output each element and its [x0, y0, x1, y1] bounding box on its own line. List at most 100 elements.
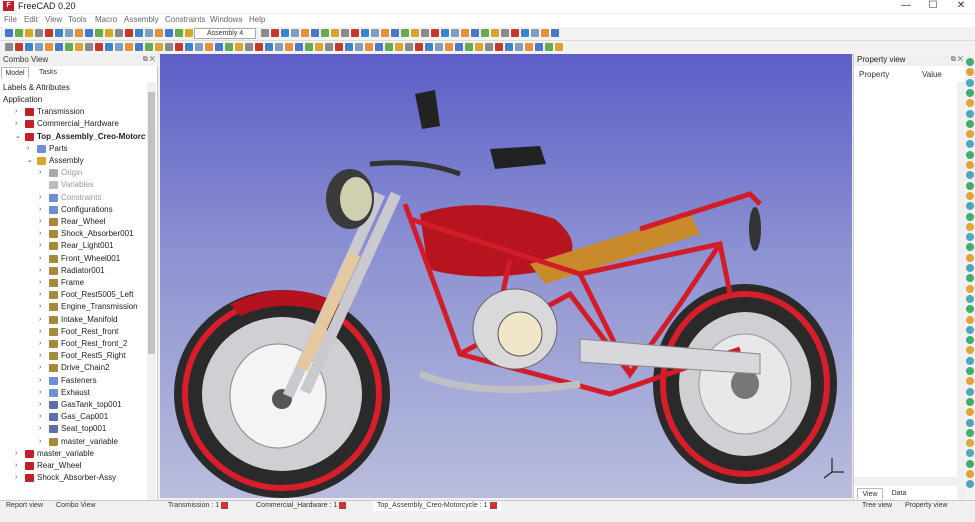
- side-tool-icon[interactable]: [966, 88, 974, 97]
- assembly-tool-icon[interactable]: [85, 43, 93, 51]
- property-column-header[interactable]: Property: [859, 70, 889, 79]
- chevron-right-icon[interactable]: ›: [39, 204, 46, 216]
- side-tool-icon[interactable]: [966, 480, 974, 489]
- chevron-right-icon[interactable]: ›: [39, 399, 46, 411]
- toolbar-tool-icon[interactable]: [511, 29, 519, 37]
- side-tool-icon[interactable]: [966, 336, 974, 345]
- menu-tools[interactable]: Tools: [68, 15, 87, 24]
- assembly-tool-icon[interactable]: [105, 43, 113, 51]
- toolbar-tool-icon[interactable]: [401, 29, 409, 37]
- toolbar-tool-icon[interactable]: [145, 29, 153, 37]
- chevron-right-icon[interactable]: ›: [39, 326, 46, 338]
- menu-file[interactable]: File: [4, 15, 17, 24]
- assembly-tool-icon[interactable]: [545, 43, 553, 51]
- toolbar-tool-icon[interactable]: [291, 29, 299, 37]
- side-tool-icon[interactable]: [966, 274, 974, 283]
- side-tool-icon[interactable]: [966, 356, 974, 365]
- toolbar-tool-icon[interactable]: [155, 29, 163, 37]
- toolbar-tool-icon[interactable]: [381, 29, 389, 37]
- value-column-header[interactable]: Value: [922, 70, 942, 79]
- side-tool-icon[interactable]: [966, 68, 974, 77]
- chevron-right-icon[interactable]: ›: [39, 228, 46, 240]
- toolbar-tool-icon[interactable]: [95, 29, 103, 37]
- close-tab-icon[interactable]: [489, 501, 497, 509]
- toolbar-tool-icon[interactable]: [441, 29, 449, 37]
- side-tool-icon[interactable]: [966, 305, 974, 314]
- toolbar-tool-icon[interactable]: [491, 29, 499, 37]
- assembly-tool-icon[interactable]: [415, 43, 423, 51]
- side-tool-icon[interactable]: [966, 130, 974, 139]
- menu-help[interactable]: Help: [249, 15, 265, 24]
- toolbar-tool-icon[interactable]: [271, 29, 279, 37]
- assembly-tool-icon[interactable]: [525, 43, 533, 51]
- assembly-tool-icon[interactable]: [555, 43, 563, 51]
- side-tool-icon[interactable]: [966, 418, 974, 427]
- assembly-tool-icon[interactable]: [255, 43, 263, 51]
- toolbar-tool-icon[interactable]: [541, 29, 549, 37]
- assembly-tool-icon[interactable]: [455, 43, 463, 51]
- toolbar-tool-icon[interactable]: [331, 29, 339, 37]
- toolbar-tool-icon[interactable]: [125, 29, 133, 37]
- side-tool-icon[interactable]: [966, 109, 974, 118]
- assembly-tool-icon[interactable]: [15, 43, 23, 51]
- assembly-tool-icon[interactable]: [355, 43, 363, 51]
- toolbar-tool-icon[interactable]: [461, 29, 469, 37]
- chevron-right-icon[interactable]: ›: [39, 338, 46, 350]
- menu-edit[interactable]: Edit: [24, 15, 38, 24]
- chevron-right-icon[interactable]: ›: [39, 289, 46, 301]
- chevron-right-icon[interactable]: ›: [39, 387, 46, 399]
- assembly-tool-icon[interactable]: [245, 43, 253, 51]
- side-tool-icon[interactable]: [966, 119, 974, 128]
- toolbar-tool-icon[interactable]: [15, 29, 23, 37]
- toolbar-tool-icon[interactable]: [301, 29, 309, 37]
- menu-view[interactable]: View: [45, 15, 62, 24]
- side-tool-icon[interactable]: [966, 202, 974, 211]
- side-tool-icon[interactable]: [966, 140, 974, 149]
- toolbar-tool-icon[interactable]: [35, 29, 43, 37]
- chevron-right-icon[interactable]: ›: [39, 240, 46, 252]
- assembly-tool-icon[interactable]: [425, 43, 433, 51]
- side-tool-icon[interactable]: [966, 346, 974, 355]
- assembly-tool-icon[interactable]: [295, 43, 303, 51]
- toolbar-tool-icon[interactable]: [45, 29, 53, 37]
- assembly-tool-icon[interactable]: [145, 43, 153, 51]
- assembly-tool-icon[interactable]: [25, 43, 33, 51]
- close-tab-icon[interactable]: [339, 501, 347, 509]
- assembly-tool-icon[interactable]: [215, 43, 223, 51]
- assembly-tool-icon[interactable]: [55, 43, 63, 51]
- assembly-tool-icon[interactable]: [335, 43, 343, 51]
- side-tool-icon[interactable]: [966, 387, 974, 396]
- assembly-tool-icon[interactable]: [65, 43, 73, 51]
- tab-tasks[interactable]: Tasks: [31, 67, 65, 78]
- 3d-viewport[interactable]: [160, 54, 852, 498]
- side-tool-icon[interactable]: [966, 222, 974, 231]
- toolbar-tool-icon[interactable]: [451, 29, 459, 37]
- chevron-down-icon[interactable]: ⌄: [27, 155, 34, 167]
- assembly-tool-icon[interactable]: [175, 43, 183, 51]
- toolbar-tool-icon[interactable]: [501, 29, 509, 37]
- assembly-tool-icon[interactable]: [535, 43, 543, 51]
- side-tool-icon[interactable]: [966, 161, 974, 169]
- panel-float-close-icon[interactable]: ⧉ ✕: [143, 54, 155, 66]
- tab-model[interactable]: Model: [1, 67, 29, 78]
- assembly-tool-icon[interactable]: [375, 43, 383, 51]
- assembly-tool-icon[interactable]: [95, 43, 103, 51]
- side-tool-icon[interactable]: [966, 78, 974, 87]
- assembly-tool-icon[interactable]: [385, 43, 393, 51]
- chevron-right-icon[interactable]: ›: [39, 423, 46, 435]
- side-tool-icon[interactable]: [966, 284, 974, 293]
- chevron-down-icon[interactable]: ⌄: [15, 131, 22, 143]
- side-tool-icon[interactable]: [966, 181, 974, 190]
- assembly-tool-icon[interactable]: [235, 43, 243, 51]
- toolbar-tool-icon[interactable]: [551, 29, 559, 37]
- assembly-tool-icon[interactable]: [475, 43, 483, 51]
- chevron-right-icon[interactable]: ›: [39, 265, 46, 277]
- chevron-right-icon[interactable]: ›: [39, 301, 46, 313]
- toolbar-tool-icon[interactable]: [321, 29, 329, 37]
- toolbar-tool-icon[interactable]: [75, 29, 83, 37]
- side-tool-icon[interactable]: [966, 367, 974, 375]
- side-tool-icon[interactable]: [966, 253, 974, 262]
- assembly-tool-icon[interactable]: [155, 43, 163, 51]
- side-tool-icon[interactable]: [966, 99, 974, 108]
- chevron-right-icon[interactable]: ›: [39, 314, 46, 326]
